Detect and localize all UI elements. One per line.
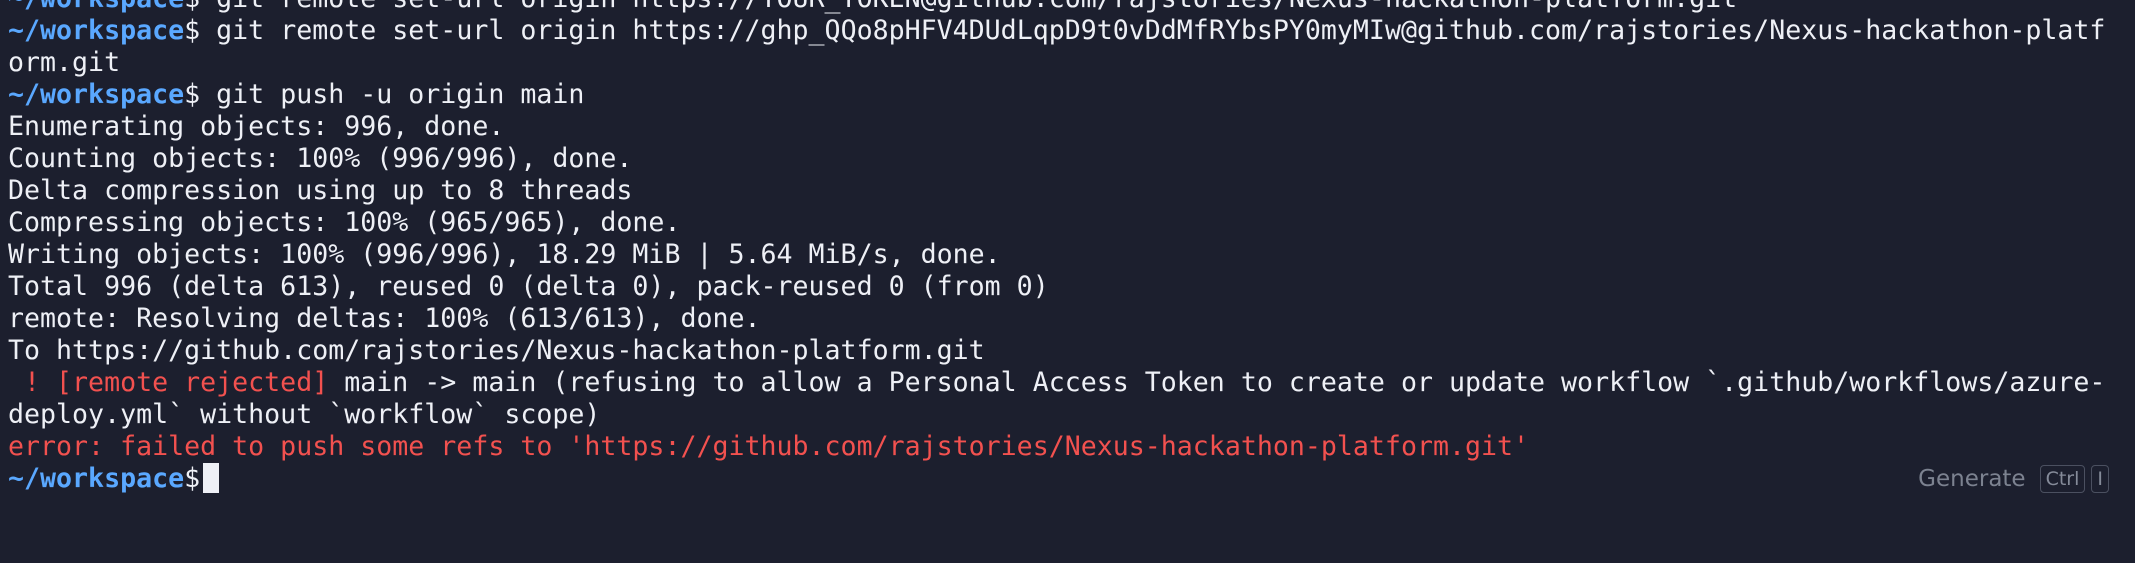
kbd-ctrl: Ctrl [2039,465,2086,493]
remote-rejected-label: ! [remote rejected] [8,367,329,398]
terminal-line: Delta compression using up to 8 threads [8,175,633,206]
terminal-window[interactable]: ~/workspace$ git remote set-url origin h… [0,0,2135,563]
command-text: git push -u origin main [200,79,585,110]
terminal-line-error: error: failed to push some refs to 'http… [8,431,1530,462]
generate-label: Generate [1918,466,2026,492]
terminal-line: Total 996 (delta 613), reused 0 (delta 0… [8,271,1049,302]
prompt-suffix: $ [184,0,200,14]
prompt-suffix: $ [184,79,201,110]
prompt-suffix: $ [184,463,201,494]
terminal-line: deploy.yml` without `workflow` scope) [8,399,601,430]
generate-hint[interactable]: Generate Ctrl I [1918,463,2109,495]
terminal-line-active-prompt[interactable]: ~/workspace$ [8,463,2127,495]
prompt-path: ~/workspace [8,79,185,110]
command-text: git remote set-url origin https://YOUR_T… [200,0,1737,14]
terminal-line: To https://github.com/rajstories/Nexus-h… [8,335,985,366]
kbd-i: I [2091,465,2109,493]
command-text: git remote set-url origin https://ghp_QQ… [200,15,2106,46]
prompt-path: ~/workspace [8,463,185,494]
terminal-line-command: ~/workspace$ git remote set-url origin h… [8,0,2127,15]
terminal-line: orm.git [8,47,121,78]
terminal-output: ~/workspace$ git remote set-url origin h… [8,0,2127,495]
terminal-line: Writing objects: 100% (996/996), 18.29 M… [8,239,1001,270]
rejected-message: main -> main (refusing to allow a Person… [328,367,2106,398]
terminal-line: Counting objects: 100% (996/996), done. [8,143,633,174]
text-cursor [203,463,220,493]
terminal-line-command: ~/workspace$ git push -u origin main [8,79,2127,111]
terminal-line: Compressing objects: 100% (965/965), don… [8,207,681,238]
terminal-line: remote: Resolving deltas: 100% (613/613)… [8,303,761,334]
terminal-line-rejected: ! [remote rejected] main -> main (refusi… [8,367,2127,399]
terminal-line-command: ~/workspace$ git remote set-url origin h… [8,15,2127,47]
prompt-suffix: $ [184,15,201,46]
prompt-path: ~/workspace [8,0,184,14]
prompt-path: ~/workspace [8,15,185,46]
terminal-line: Enumerating objects: 996, done. [8,111,505,142]
